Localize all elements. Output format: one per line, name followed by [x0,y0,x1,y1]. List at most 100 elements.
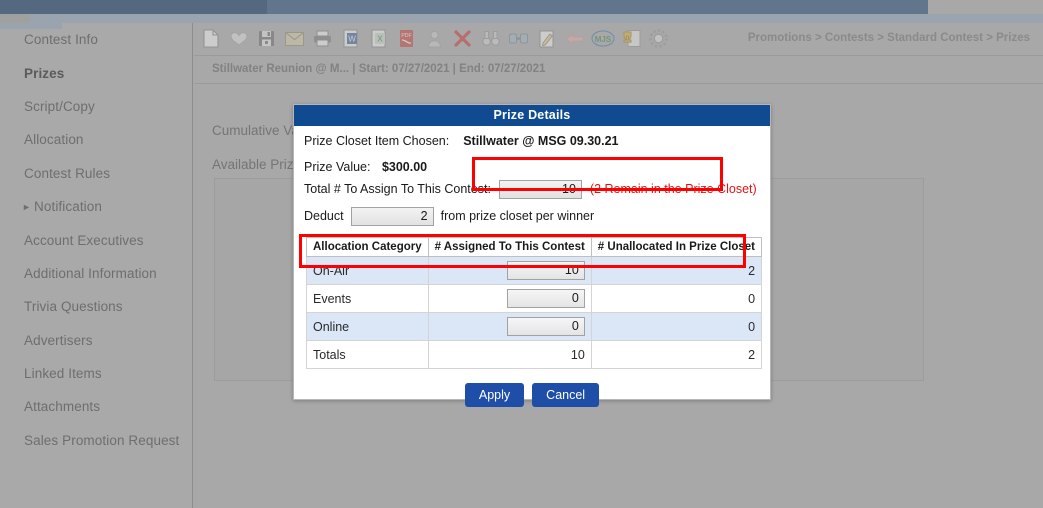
app-root: Contest Info Prizes Script/Copy Allocati… [0,0,1043,508]
sidebar-item-attachments[interactable]: Attachments [0,390,192,423]
cell-category: Online [306,312,429,341]
topbar-menu-item[interactable] [312,3,321,14]
contest-summary-text: Stillwater Reunion @ M... | Start: 07/27… [212,63,546,75]
prize-value-label: Prize Value: [304,160,371,174]
dialog-title: Prize Details [294,105,770,126]
prize-closet-item-value: Stillwater @ MSG 09.30.21 [463,134,619,148]
sidebar-item-label: Script/Copy [24,98,95,114]
table-row-totals: Totals 10 2 [306,340,763,369]
cell-assigned: 0 [427,312,592,341]
svg-text:X: X [377,35,383,44]
breadcrumb[interactable]: Promotions > Contests > Standard Contest… [748,32,1030,44]
prize-closet-item-row: Prize Closet Item Chosen: Stillwater @ M… [304,134,760,148]
top-navigation-bar [0,0,1043,14]
topbar-menu-item[interactable] [488,3,497,14]
link-icon[interactable] [506,25,531,52]
topbar-menu-item[interactable] [523,3,532,14]
dialog-body: Prize Closet Item Chosen: Stillwater @ M… [294,126,770,407]
secondary-bar [0,14,1043,23]
assigned-input-online[interactable]: 0 [506,317,585,336]
mjs-logo-icon[interactable]: MJS [590,25,615,52]
export-word-icon[interactable]: W [338,25,363,52]
deduct-input[interactable]: 2 [350,206,434,226]
email-icon[interactable] [282,25,307,52]
deduct-row: Deduct 2 from prize closet per winner [304,205,760,227]
export-excel-icon[interactable]: X [366,25,391,52]
sidebar-item-label: Contest Rules [24,165,111,181]
context-bar: Stillwater Reunion @ M... | Start: 07/27… [194,57,1043,84]
topbar-menu-item[interactable] [453,3,462,14]
delete-icon[interactable] [450,25,475,52]
topbar-left-segment [0,0,267,14]
prize-value-amount: $300.00 [381,160,428,174]
sidebar-item-trivia-questions[interactable]: Trivia Questions [0,290,192,323]
cell-category: Events [306,284,429,313]
sidebar-item-script-copy[interactable]: Script/Copy [0,90,192,123]
topbar-spacer [928,0,1043,14]
sidebar-item-additional-information[interactable]: Additional Information [0,257,192,290]
sidebar-item-label: Contest Info [24,32,98,48]
print-icon[interactable] [310,25,335,52]
sidebar-item-account-executives[interactable]: Account Executives [0,223,192,256]
secondary-bar-left-cap [0,14,30,23]
column-header-unallocated-in-closet: # Unallocated In Prize Closet [590,237,763,257]
sidebar-item-label: Linked Items [24,366,102,382]
sidebar-item-label: Prizes [24,65,65,81]
assigned-input-on-air[interactable]: 10 [506,261,585,280]
toolbar-icon-group: W X PDF MJS [198,25,671,52]
trophy-clipboard-icon[interactable] [618,25,643,52]
sidebar-item-label: Account Executives [24,232,144,248]
total-assign-row: Total # To Assign To This Contest: 10 (2… [304,178,760,200]
left-sidebar: Contest Info Prizes Script/Copy Allocati… [0,23,193,508]
svg-text:MJS: MJS [594,35,611,44]
user-icon[interactable] [422,25,447,52]
sidebar-item-label: Allocation [24,132,84,148]
table-row: On-Air 10 2 [306,256,763,285]
dialog-button-row: Apply Cancel [304,383,760,407]
cell-category: Totals [306,340,429,369]
cell-unallocated: 2 [590,256,763,285]
sidebar-item-linked-items[interactable]: Linked Items [0,357,192,390]
undo-icon[interactable] [562,25,587,52]
assigned-input-events[interactable]: 0 [506,289,585,308]
svg-text:PDF: PDF [401,33,411,39]
sidebar-item-notification[interactable]: ► Notification [0,190,192,223]
cell-unallocated: 0 [590,312,763,341]
column-header-allocation-category: Allocation Category [306,237,429,257]
sidebar-item-advertisers[interactable]: Advertisers [0,324,192,357]
sidebar-item-allocation[interactable]: Allocation [0,123,192,156]
allocation-table: Allocation Category # Assigned To This C… [306,237,763,369]
action-toolbar: W X PDF MJS Promotions > Contests > Stan… [194,23,1043,56]
sidebar-item-label: Trivia Questions [24,299,123,315]
edit-note-icon[interactable] [534,25,559,52]
favorite-icon[interactable] [226,25,251,52]
save-icon[interactable] [254,25,279,52]
topbar-menu-item[interactable] [347,3,356,14]
sidebar-item-label: Advertisers [24,332,93,348]
sidebar-item-label: Sales Promotion Request [24,432,180,448]
binoculars-icon[interactable] [478,25,503,52]
cumulative-value-label: Cumulative Val [212,123,302,138]
cell-assigned: 10 [427,256,592,285]
export-pdf-icon[interactable]: PDF [394,25,419,52]
total-assign-label: Total # To Assign To This Contest: [304,182,491,196]
prize-closet-item-label: Prize Closet Item Chosen: [304,134,450,148]
sidebar-item-label: Notification [34,199,102,215]
cell-unallocated-total: 2 [590,340,763,369]
topbar-menu[interactable] [267,0,532,14]
topbar-menu-item[interactable] [418,3,427,14]
total-assign-input[interactable]: 10 [498,179,582,199]
chevron-right-icon: ► [22,201,32,212]
apply-button[interactable]: Apply [464,383,525,407]
table-header-row: Allocation Category # Assigned To This C… [306,237,763,257]
settings-gear-icon[interactable] [646,25,671,52]
cancel-button[interactable]: Cancel [532,383,600,407]
sidebar-item-prizes[interactable]: Prizes [0,56,192,89]
sidebar-item-contest-rules[interactable]: Contest Rules [0,157,192,190]
topbar-menu-item[interactable] [383,3,392,14]
deduct-label: Deduct [304,209,344,223]
sidebar-item-sales-promotion-request[interactable]: Sales Promotion Request [0,424,192,457]
new-document-icon[interactable] [198,25,223,52]
topbar-menu-item[interactable] [277,3,286,14]
cell-assigned-total: 10 [427,340,592,369]
